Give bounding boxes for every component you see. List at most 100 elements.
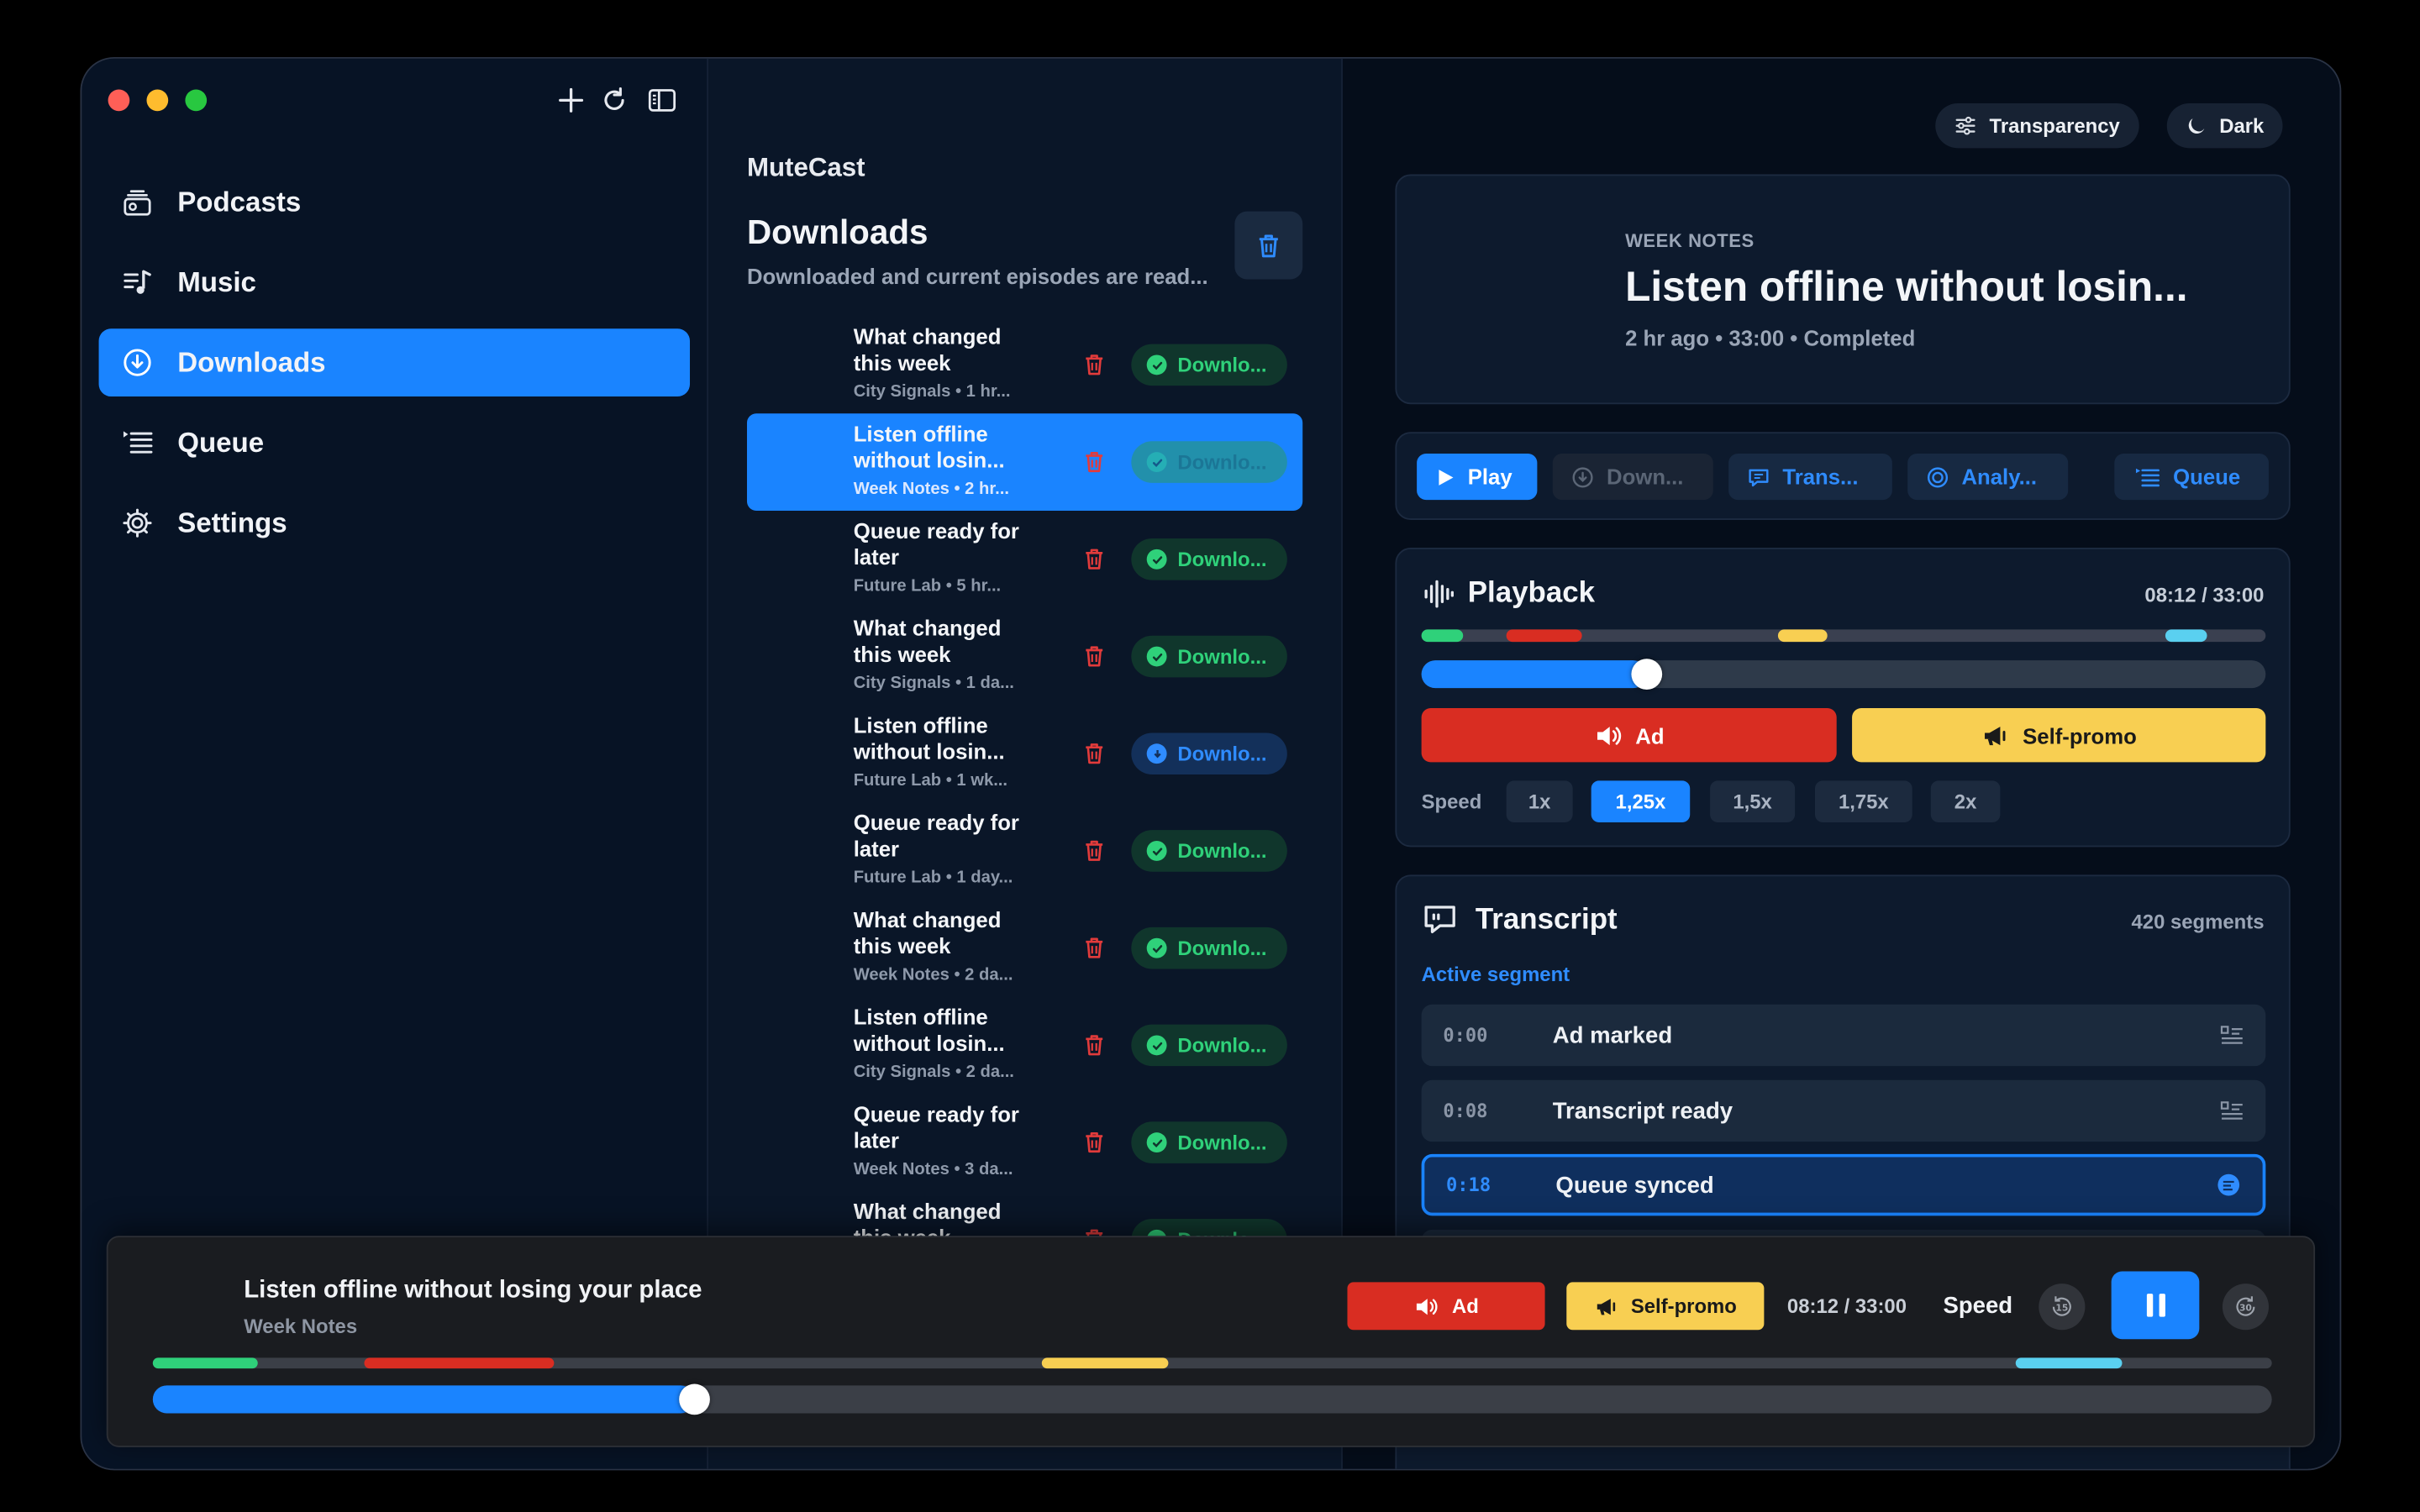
- download-status-label: Downlo...: [1177, 742, 1267, 766]
- trash-icon[interactable]: [1081, 739, 1108, 767]
- download-status-label: Downlo...: [1177, 644, 1267, 669]
- speed-option-1-25x[interactable]: 1,25x: [1591, 780, 1691, 822]
- sidebar-item-music[interactable]: Music: [99, 249, 690, 317]
- sidebar-toggle-icon[interactable]: [647, 85, 678, 116]
- speed-option-2x[interactable]: 2x: [1930, 780, 2001, 822]
- download-status-badge: Downlo...: [1131, 344, 1287, 386]
- play-button[interactable]: Play: [1417, 453, 1538, 501]
- skip-back-15-button[interactable]: 15: [2039, 1284, 2086, 1331]
- trash-icon[interactable]: [1081, 1128, 1108, 1156]
- trash-icon[interactable]: [1081, 544, 1108, 572]
- sidebar-item-label: Settings: [177, 507, 287, 538]
- transcript-segment[interactable]: 0:00 Ad marked: [1421, 1004, 2266, 1067]
- refresh-icon[interactable]: [599, 85, 630, 116]
- segment-ad[interactable]: [364, 1357, 555, 1369]
- speed-option-1x[interactable]: 1x: [1506, 780, 1573, 822]
- podcast-name: WEEK NOTES: [1625, 229, 1754, 252]
- episode-row[interactable]: Queue ready for later Future Lab • 5 hr..…: [747, 511, 1302, 608]
- delete-all-button[interactable]: [1234, 211, 1303, 280]
- trash-icon[interactable]: [1081, 642, 1108, 669]
- episode-meta: City Signals • 1 hr...: [853, 382, 1011, 402]
- sidebar-item-queue[interactable]: Queue: [99, 409, 690, 477]
- episode-row[interactable]: Listen offline without losin... City Sign…: [747, 997, 1302, 1095]
- mini-playback-slider[interactable]: [152, 1383, 2272, 1415]
- segment-selfpromo[interactable]: [1777, 629, 1828, 643]
- close-window-button[interactable]: [108, 89, 130, 112]
- episode-row[interactable]: Listen offline without losin... Future La…: [747, 705, 1302, 802]
- download-button[interactable]: Down...: [1552, 453, 1713, 501]
- transcript-segment[interactable]: 0:08 Transcript ready: [1421, 1079, 2266, 1142]
- downloading-icon: [1146, 743, 1167, 764]
- sidebar-item-label: Music: [177, 265, 256, 297]
- episode-title: Queue ready for later: [853, 1101, 1019, 1153]
- segment-intro[interactable]: [1421, 629, 1464, 643]
- playback-slider-thumb[interactable]: [1631, 659, 1663, 690]
- transparency-toggle[interactable]: Transparency: [1935, 103, 2139, 149]
- speed-option-1-5x[interactable]: 1,5x: [1710, 780, 1796, 822]
- segment-selfpromo[interactable]: [1041, 1357, 1169, 1369]
- episode-meta: Week Notes • 3 da...: [853, 1160, 1013, 1179]
- skip-back-15-icon: 15: [2052, 1296, 2071, 1316]
- theme-toggle[interactable]: Dark: [2166, 103, 2283, 149]
- trash-icon[interactable]: [1081, 448, 1108, 475]
- analyze-button[interactable]: Analy...: [1907, 453, 2069, 501]
- check-icon: [1146, 1035, 1167, 1056]
- text-lines-icon: [2220, 1101, 2243, 1120]
- check-icon: [1146, 1132, 1167, 1153]
- check-icon: [1146, 841, 1167, 861]
- speed-option-1-75x[interactable]: 1,75x: [1814, 780, 1912, 822]
- plus-icon[interactable]: [555, 85, 587, 116]
- minimize-window-button[interactable]: [146, 89, 169, 112]
- active-segment-label: Active segment: [1421, 963, 1570, 986]
- episode-row[interactable]: What changed this week City Signals • 1 h…: [747, 317, 1302, 414]
- transcript-button[interactable]: Trans...: [1728, 453, 1892, 501]
- queue-button[interactable]: Queue: [2114, 453, 2269, 501]
- episode-row[interactable]: What changed this week Week Notes • 2 da.…: [747, 900, 1302, 997]
- trash-icon[interactable]: [1081, 350, 1108, 378]
- segment-outro[interactable]: [2015, 1357, 2123, 1369]
- mini-player-podcast: Week Notes: [244, 1314, 358, 1338]
- episode-title: What changed this week: [853, 906, 1002, 958]
- episode-row[interactable]: Queue ready for later Future Lab • 1 day.…: [747, 802, 1302, 900]
- sidebar-item-podcasts[interactable]: Podcasts: [99, 168, 690, 236]
- episode-row[interactable]: Queue ready for later Week Notes • 3 da..…: [747, 1094, 1302, 1191]
- playback-slider[interactable]: [1421, 659, 2266, 690]
- transcript-segment-active[interactable]: 0:18 Queue synced: [1421, 1153, 2266, 1216]
- segment-ad[interactable]: [1506, 629, 1582, 643]
- app-name: MuteCast: [746, 152, 865, 182]
- download-icon: [1572, 466, 1593, 487]
- mini-mark-selfpromo-button[interactable]: Self-promo: [1566, 1282, 1765, 1331]
- episode-title: What changed this week: [853, 323, 1002, 375]
- episode-meta: Future Lab • 1 wk...: [853, 771, 1008, 790]
- zoom-window-button[interactable]: [185, 89, 208, 112]
- episode-meta: Week Notes • 2 hr...: [853, 480, 1009, 499]
- queue-icon: [2135, 467, 2160, 486]
- episode-header-card: WEEK NOTES Listen offline without losin.…: [1395, 174, 2291, 405]
- download-status-label: Downlo...: [1177, 1131, 1267, 1154]
- mini-mark-ad-button[interactable]: Ad: [1347, 1282, 1545, 1331]
- mini-playback-slider-thumb[interactable]: [679, 1383, 710, 1415]
- download-status-badge: Downlo...: [1131, 441, 1287, 483]
- download-status-label: Downlo...: [1177, 1033, 1267, 1058]
- episode-row-selected[interactable]: Listen offline without losin... Week Note…: [746, 413, 1303, 511]
- pause-icon: [2145, 1294, 2165, 1317]
- pause-button[interactable]: [2111, 1271, 2200, 1340]
- sidebar-item-downloads[interactable]: Downloads: [98, 328, 691, 397]
- check-icon: [1146, 646, 1167, 667]
- svg-text:30: 30: [2239, 1302, 2252, 1313]
- mark-ad-button[interactable]: Ad: [1421, 708, 1837, 763]
- segment-intro[interactable]: [152, 1357, 258, 1369]
- episode-meta: City Signals • 1 da...: [853, 674, 1014, 693]
- sidebar-item-settings[interactable]: Settings: [99, 489, 690, 557]
- skip-forward-30-button[interactable]: 30: [2222, 1284, 2269, 1331]
- mini-speed-button[interactable]: Speed: [1943, 1293, 2012, 1319]
- trash-icon[interactable]: [1081, 933, 1108, 961]
- segment-text: Queue synced: [1555, 1171, 1714, 1199]
- trash-icon[interactable]: [1081, 837, 1108, 864]
- download-status-badge: Downlo...: [1131, 732, 1287, 775]
- episode-row[interactable]: What changed this week City Signals • 1 d…: [747, 608, 1302, 706]
- segment-outro[interactable]: [2165, 629, 2207, 643]
- mini-segment-track: [152, 1357, 2272, 1369]
- mark-selfpromo-button[interactable]: Self-promo: [1852, 708, 2266, 763]
- trash-icon[interactable]: [1081, 1031, 1108, 1058]
